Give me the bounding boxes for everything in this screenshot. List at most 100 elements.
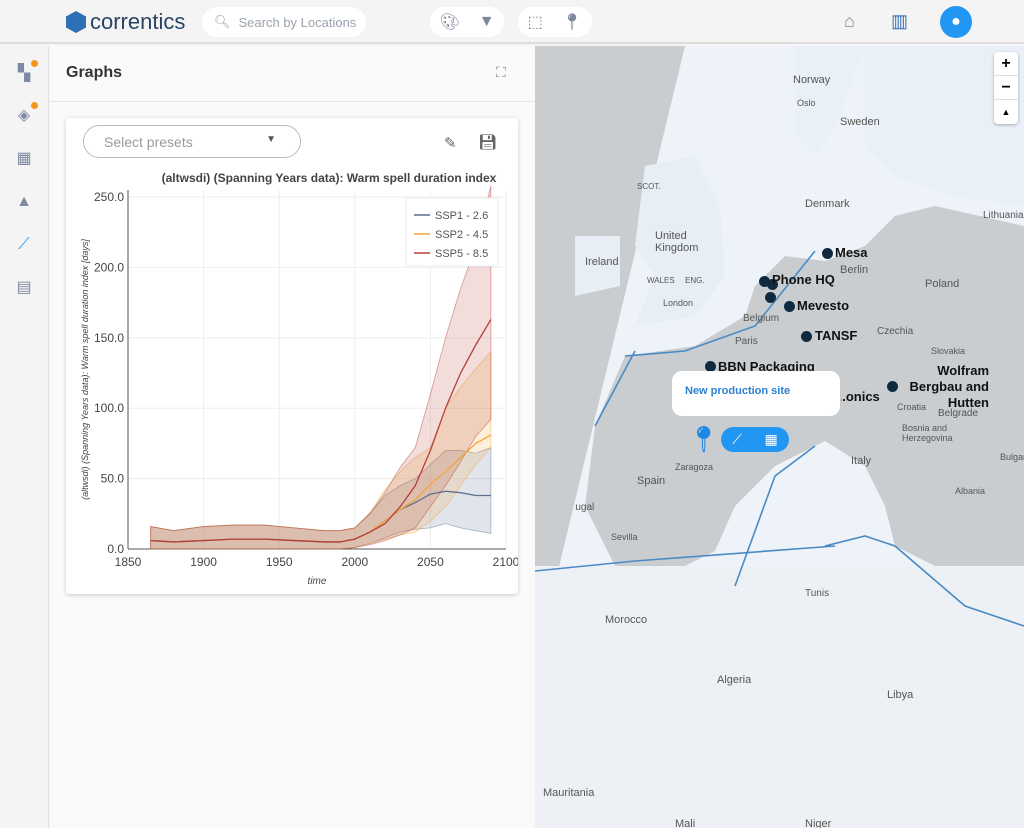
country-label: Poland: [925, 278, 960, 290]
country-label: Belgium: [743, 313, 780, 324]
zoom-controls: + − ▲: [994, 52, 1018, 124]
graphs-panel: Graphs ⛶ Select presets ▼ ✎ 💾︎ 1850 1900 19…: [50, 46, 535, 828]
country-label: Denmark: [805, 198, 850, 210]
site-label: Mevesto: [797, 298, 850, 313]
country-label: Ireland: [585, 256, 619, 268]
city-label: Zaragoza: [675, 462, 714, 472]
x-tick-label: 2000: [341, 555, 368, 569]
compass-button[interactable]: ▲: [994, 100, 1018, 124]
graph-card: Select presets ▼ ✎ 💾︎ 1850 1900 1950 2000 205…: [66, 118, 518, 594]
graph-icon[interactable]: ⟋: [732, 431, 742, 448]
country-label: United Kingdom: [655, 230, 699, 254]
report-icon[interactable]: ▤: [14, 278, 34, 298]
new-site-popup[interactable]: New production site: [672, 371, 840, 416]
legend-label: SSP1 - 2.6: [435, 210, 488, 222]
y-tick-label: 100.0: [94, 401, 124, 415]
country-label: Mali: [675, 818, 696, 828]
site-marker[interactable]: [801, 331, 812, 342]
site-marker[interactable]: [765, 292, 776, 303]
x-tick-label: 1900: [190, 555, 217, 569]
preset-select[interactable]: Select presets ▼: [83, 125, 301, 158]
palette-icon[interactable]: 🎨︎: [439, 12, 459, 32]
chart[interactable]: 1850 1900 1950 2000 2050 2100 0.0 50.0 100.0 150.…: [66, 164, 518, 594]
search-placeholder: Search by Locations: [238, 14, 357, 30]
popup-title: New production site: [685, 385, 791, 397]
y-tick-label: 0.0: [107, 542, 124, 556]
add-building-icon[interactable]: ▦: [765, 431, 778, 448]
user-avatar[interactable]: ●: [940, 6, 972, 38]
site-marker[interactable]: [822, 248, 833, 259]
zoom-in-button[interactable]: +: [994, 52, 1018, 76]
select-area-icon[interactable]: ⬚: [528, 12, 543, 32]
country-label: Bulgaria: [1000, 452, 1024, 462]
zoom-out-button[interactable]: −: [994, 76, 1018, 100]
notification-dot: [31, 60, 38, 67]
y-tick-label: 250.0: [94, 190, 124, 204]
logo-icon: [66, 11, 86, 33]
country-label: Albania: [955, 486, 986, 496]
home-icon[interactable]: ⌂: [844, 11, 855, 32]
map[interactable]: + − ▲ Norway Oslo Sweden Denmark United Ki…: [535, 46, 1024, 828]
x-tick-label: 2050: [417, 555, 444, 569]
city-label: London: [663, 298, 694, 308]
x-tick-label: 1950: [266, 555, 293, 569]
edit-icon[interactable]: ✎: [444, 134, 457, 152]
site-label: Mesa: [835, 245, 868, 260]
search-icon: 🔍︎: [214, 14, 231, 29]
site-label: Phone HQ: [772, 272, 835, 287]
fullscreen-icon[interactable]: ⛶: [496, 64, 506, 81]
country-label: Spain: [637, 475, 666, 487]
map-icon[interactable]: ▥: [891, 11, 908, 32]
y-tick-label: 150.0: [94, 331, 124, 345]
city-label: Tunis: [805, 588, 830, 599]
region-label: SCOT.: [637, 182, 661, 191]
country-label: Libya: [887, 689, 914, 701]
brand-name: correntics: [90, 9, 186, 34]
city-label: Paris: [735, 336, 758, 347]
notification-dot: [31, 102, 38, 109]
y-tick-label: 200.0: [94, 260, 124, 274]
panel-title: Graphs: [66, 64, 123, 81]
chevron-down-icon: ▼: [266, 134, 276, 145]
country-label: Sweden: [840, 116, 880, 128]
region-label: ENG.: [685, 276, 705, 285]
country-label: Czechia: [877, 326, 914, 337]
style-filter-group: 🎨︎ ▼: [430, 7, 504, 37]
legend-label: SSP5 - 8.5: [435, 248, 488, 260]
site-marker[interactable]: [784, 301, 795, 312]
country-label: Bosnia and Herzegovina: [902, 423, 953, 443]
sidebar: ▚ ◈ ▦ ▲ ⟋ ▤: [0, 46, 49, 828]
country-label: Italy: [851, 455, 872, 467]
top-bar: correntics 🔍︎ Search by Locations 🎨︎ ▼ ⬚ 📍︎…: [0, 0, 1024, 44]
x-tick-label: 1850: [115, 555, 142, 569]
city-label: Sevilla: [611, 532, 638, 542]
chart-title: (altwsdi) (Spanning Years data): Warm sp…: [162, 171, 497, 185]
region-label: WALES: [647, 276, 675, 285]
draw-tools-group: ⬚ 📍︎: [518, 7, 592, 37]
search-input[interactable]: 🔍︎ Search by Locations: [202, 7, 366, 37]
country-label: Slovakia: [931, 346, 966, 356]
dashboard-icon[interactable]: ▚: [14, 60, 38, 84]
city-label: Oslo: [797, 98, 816, 108]
location-pin-icon[interactable]: 📍︎: [562, 12, 582, 32]
divider: [50, 101, 535, 102]
x-tick-label: 2100: [493, 555, 518, 569]
country-label: Morocco: [605, 614, 648, 626]
graphs-icon[interactable]: ⟋: [14, 235, 34, 255]
brand-logo[interactable]: correntics: [66, 9, 185, 35]
filter-icon[interactable]: ▼: [479, 13, 495, 31]
warning-icon[interactable]: ▲: [14, 192, 34, 212]
country-label: Algeria: [717, 674, 752, 686]
location-pin-icon[interactable]: 📍︎: [687, 424, 720, 455]
buildings-icon[interactable]: ▦: [14, 149, 34, 169]
y-tick-label: 50.0: [101, 472, 125, 486]
site-actions: ⟋ ▦: [721, 427, 789, 452]
country-label: Niger: [805, 818, 832, 828]
layers-icon[interactable]: ◈: [14, 102, 38, 126]
country-label: Mauritania: [543, 787, 595, 799]
y-axis-label: (altwsdi) (Spanning Years data): Warm sp…: [80, 239, 90, 500]
site-label: ...onics: [835, 389, 880, 404]
city-label: Berlin: [840, 264, 869, 276]
site-label: TANSF: [815, 328, 858, 343]
save-icon[interactable]: 💾︎: [478, 133, 497, 151]
